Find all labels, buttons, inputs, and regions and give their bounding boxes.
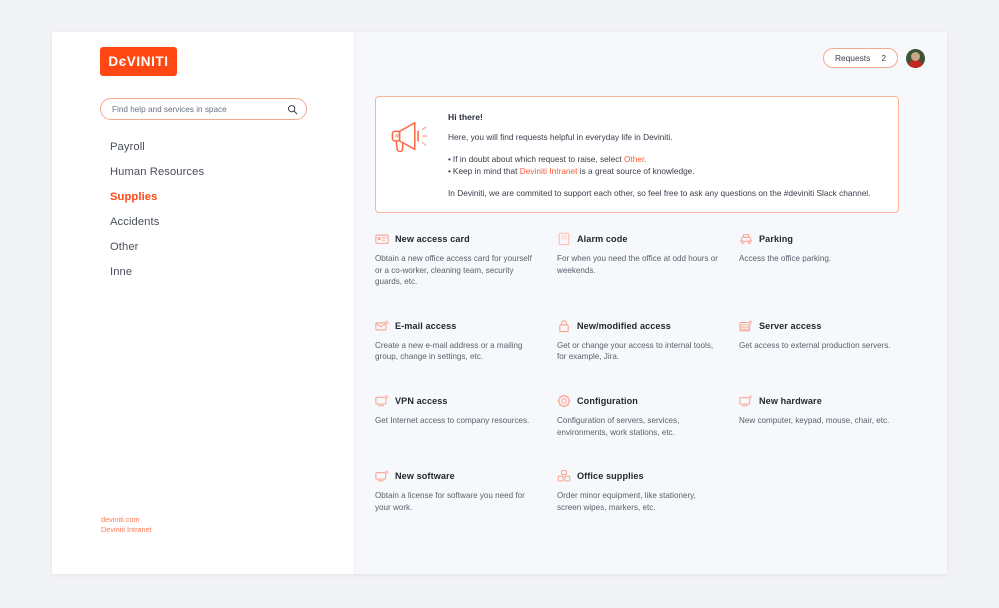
card-title: Parking [759,234,794,244]
card-new-modified-access[interactable]: New/modified access Get or change your a… [557,319,721,363]
card-configuration[interactable]: Configuration Configuration of servers, … [557,394,721,438]
banner-bullet-1: • If in doubt about which request to rais… [448,153,884,165]
card-description: For when you need the office at odd hour… [557,254,718,275]
card-new-hardware[interactable]: New hardware New computer, keypad, mouse… [739,394,903,438]
new-software-icon [375,470,389,482]
banner-link-deviniti-intranet[interactable]: Deviniti Intranet [520,166,578,176]
search-box[interactable] [100,98,307,120]
lock-icon [559,320,569,332]
sidebar-item-human-resources[interactable]: Human Resources [110,160,330,185]
banner-title: Hi there! [448,112,483,122]
banner-bullet-2-prefix: Keep in mind that [452,166,520,176]
card-description: Create a new e-mail address or a mailing… [375,340,523,362]
banner-bullet-1-prefix: If in doubt about which request to raise… [452,154,625,164]
requests-label: Requests [834,53,871,63]
card-description: Obtain a license for software you need f… [375,491,525,512]
avatar-face [911,51,920,61]
alarm-code-icon [558,232,570,246]
parking-car-icon [740,233,752,244]
card-title: Configuration [577,395,638,406]
vpn-icon [375,395,389,407]
search-icon[interactable] [287,104,298,115]
megaphone-icon [388,111,434,198]
card-new-software[interactable]: New software Obtain a license for softwa… [375,469,539,513]
card-parking[interactable]: Parking Access the office parking. [739,232,903,288]
banner-bullet-2: • Keep in mind that Deviniti Intranet is … [448,165,884,177]
card-head: New access card [375,232,539,246]
card-head: Configuration [557,394,721,408]
card-description: Order minor equipment, like stationery, … [557,491,696,512]
card-description: Get Internet access to company resources… [375,415,530,425]
card-title: New access card [395,234,470,244]
sidebar-item-inne[interactable]: Inne [110,260,330,285]
card-head: Office supplies [557,469,721,483]
card-title: Alarm code [577,234,628,244]
app-window: DєVINITI Payroll Human Resources Supplie… [52,32,947,574]
avatar[interactable] [906,48,925,68]
banner-link-other[interactable]: Other. [624,154,647,164]
bullet-dot: • [448,154,451,164]
card-description: Get access to external production server… [739,340,891,350]
deviniti-logo[interactable]: DєVINITI [100,47,177,76]
sidebar-item-other[interactable]: Other [110,235,330,260]
footer-link-deviniti-intranet[interactable]: Deviniti Intranet [101,525,152,535]
banner-intro: Here, you will find requests helpful in … [448,132,673,142]
card-title: Server access [759,320,822,331]
card-title: New hardware [759,395,822,406]
card-description: Access the office parking. [739,254,832,263]
card-head: New software [375,469,539,483]
requests-button[interactable]: Requests 2 [822,48,898,68]
sidebar: DєVINITI Payroll Human Resources Supplie… [52,32,355,574]
card-title: New/modified access [577,320,671,331]
card-head: Alarm code [557,232,721,246]
card-description: New computer, keypad, mouse, chair, etc. [739,415,890,425]
card-head: Parking [739,232,903,246]
sidebar-footer: deviniti.com Deviniti Intranet [101,515,152,535]
sidebar-nav: Payroll Human Resources Supplies Acciden… [110,135,330,285]
access-card-icon [375,234,389,244]
card-head: VPN access [375,394,539,408]
card-head: New hardware [739,394,903,408]
card-office-supplies[interactable]: Office supplies Order minor equipment, l… [557,469,721,513]
email-icon [375,320,389,331]
brand-wordmark: DєVINITI [108,54,169,69]
banner-outro: In Deviniti, we are commited to support … [448,188,871,198]
office-supplies-icon [557,470,571,482]
card-head: Server access [739,319,903,333]
sidebar-item-supplies[interactable]: Supplies [110,185,330,210]
sidebar-item-accidents[interactable]: Accidents [110,210,330,235]
topbar: Requests 2 [822,48,925,68]
card-server-access[interactable]: Server access Get access to external pro… [739,319,903,363]
card-title: VPN access [395,395,448,406]
card-title: New software [395,471,455,482]
banner-bullet-2-suffix: is a great source of knowledge. [577,166,695,176]
card-description: Obtain a new office access card for your… [375,254,532,287]
main-content: Requests 2 Hi there! Here, you will find… [355,32,947,574]
avatar-body [908,59,923,68]
card-head: E-mail access [375,319,539,333]
card-title: Office supplies [577,471,644,482]
search-input[interactable] [112,104,287,114]
card-title: E-mail access [395,320,457,331]
card-head: New/modified access [557,319,721,333]
announcement-banner: Hi there! Here, you will find requests h… [375,96,899,213]
new-hardware-icon [739,395,752,407]
gear-icon [557,394,571,408]
sidebar-item-payroll[interactable]: Payroll [110,135,330,160]
card-description: Get or change your access to internal to… [557,340,714,362]
card-new-access-card[interactable]: New access card Obtain a new office acce… [375,232,539,288]
card-description: Configuration of servers, services, envi… [557,415,680,437]
service-cards-grid: New access card Obtain a new office acce… [375,232,903,513]
bullet-dot: • [448,166,451,176]
banner-text: Hi there! Here, you will find requests h… [448,111,884,198]
card-alarm-code[interactable]: Alarm code For when you need the office … [557,232,721,288]
footer-link-deviniti-com[interactable]: deviniti.com [101,515,152,525]
card-email-access[interactable]: E-mail access Create a new e-mail addres… [375,319,539,363]
server-icon [739,320,753,332]
requests-count-badge: 2 [881,53,886,63]
card-vpn-access[interactable]: VPN access Get Internet access to compan… [375,394,539,438]
